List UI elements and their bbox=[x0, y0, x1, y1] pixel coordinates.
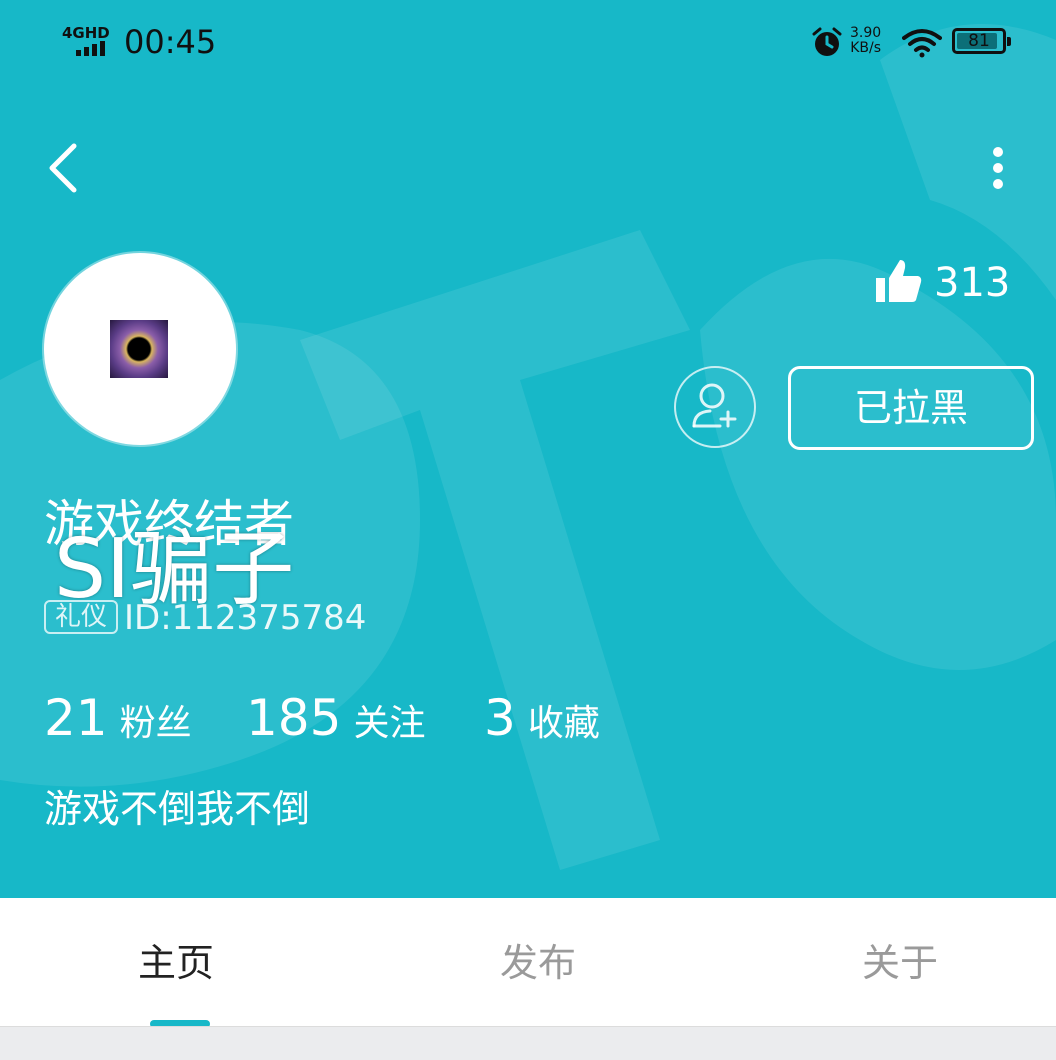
stat-label: 收藏 bbox=[527, 703, 600, 744]
stat-value: 3 bbox=[484, 689, 516, 747]
likes-count: 313 bbox=[934, 260, 1011, 306]
battery-icon: 81 bbox=[952, 28, 1011, 54]
net-speed-value: 3.90 bbox=[850, 25, 882, 41]
stat-favorites[interactable]: 3 收藏 bbox=[484, 688, 600, 748]
stats-row: 21 粉丝 185 关注 3 收藏 bbox=[44, 688, 684, 748]
stat-label: 关注 bbox=[353, 703, 426, 744]
stat-label: 粉丝 bbox=[119, 703, 192, 744]
add-user-icon bbox=[692, 383, 737, 428]
follow-button[interactable] bbox=[674, 366, 756, 448]
bio: 游戏不倒我不倒 bbox=[44, 787, 311, 831]
net-speed-unit: KB/s bbox=[850, 40, 881, 56]
content-area bbox=[0, 1026, 1056, 1060]
user-badge: 礼仪 bbox=[44, 600, 118, 634]
stat-value: 185 bbox=[246, 689, 342, 747]
profile-screen: 4GHD 00:45 3.90 KB/s 81 313 已拉黑 游戏终结者 SI… bbox=[0, 0, 1056, 1060]
status-bar-right: 3.90 KB/s 81 bbox=[810, 24, 1020, 60]
tab-about[interactable]: 关于 bbox=[724, 898, 1056, 1026]
battery-level: 81 bbox=[968, 31, 990, 51]
thumbs-up-icon bbox=[876, 260, 922, 302]
tab-bar: 主页 发布 关于 bbox=[0, 898, 1056, 1026]
avatar-image bbox=[110, 320, 168, 378]
stat-fans[interactable]: 21 粉丝 bbox=[44, 688, 192, 748]
user-id: ID:112375784 bbox=[124, 598, 367, 638]
status-time: 00:45 bbox=[124, 23, 217, 61]
back-arrow-icon[interactable] bbox=[40, 136, 90, 200]
net-speed: 3.90 KB/s bbox=[850, 26, 881, 56]
avatar[interactable] bbox=[44, 253, 236, 445]
signal-icon: 4GHD bbox=[62, 24, 112, 60]
wifi-icon bbox=[902, 29, 942, 58]
more-vertical-icon[interactable] bbox=[976, 140, 1020, 200]
stat-value: 21 bbox=[44, 689, 108, 747]
tab-home[interactable]: 主页 bbox=[0, 898, 352, 1026]
blocked-button[interactable]: 已拉黑 bbox=[788, 366, 1034, 450]
tab-posts[interactable]: 发布 bbox=[362, 898, 714, 1026]
profile-header: 4GHD 00:45 3.90 KB/s 81 313 已拉黑 游戏终结者 SI… bbox=[0, 0, 1056, 898]
stat-following[interactable]: 185 关注 bbox=[246, 688, 425, 748]
alarm-icon bbox=[812, 27, 842, 56]
likes-counter: 313 bbox=[874, 256, 1034, 312]
